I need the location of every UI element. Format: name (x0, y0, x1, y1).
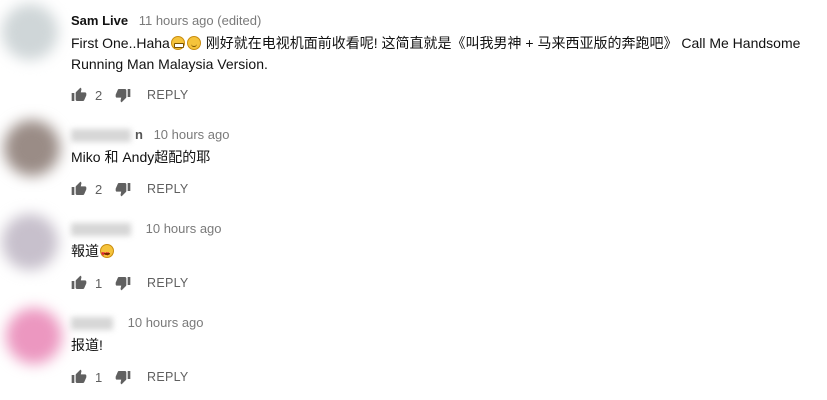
reply-button[interactable]: REPLY (147, 276, 189, 290)
comment-timestamp[interactable]: 10 hours ago (154, 127, 230, 142)
slightly-smiling-face-emoji (186, 36, 201, 50)
heart-eyes-emoji (100, 244, 114, 265)
comment-text-part: 報道 (71, 243, 99, 259)
comment-text: Miko 和 Andy超配的耶 (71, 149, 211, 165)
comment-header: Sam Live 11 hours ago (edited) (71, 13, 261, 29)
comment-actions: 2 REPLY (71, 86, 189, 104)
reply-button[interactable]: REPLY (147, 370, 189, 384)
comment-item: n 10 hours ago Miko 和 Andy超配的耶 2 REPLY (0, 110, 827, 204)
comment-timestamp[interactable]: 10 hours ago (146, 221, 222, 236)
grimacing-face-emoji (170, 36, 185, 50)
thumbs-up-icon[interactable] (71, 181, 87, 197)
reply-button[interactable]: REPLY (147, 88, 189, 102)
comment-item: 10 hours ago 報道 1 REPLY (0, 204, 827, 298)
like-count: 1 (95, 369, 103, 385)
comment-text-part: First One..Haha (71, 35, 170, 51)
reply-button[interactable]: REPLY (147, 182, 189, 196)
comment-text: 報道 (71, 241, 811, 265)
comment-text: First One..Haha 刚好就在电视机面前收看呢! 这简直就是《叫我男神… (71, 33, 811, 75)
comment-actions: 1 REPLY (71, 274, 189, 292)
thumbs-down-icon[interactable] (115, 181, 131, 197)
thumbs-down-icon[interactable] (115, 275, 131, 291)
thumbs-up-icon[interactable] (71, 87, 87, 103)
author-name[interactable]: n (135, 127, 143, 142)
comment-header: 10 hours ago (71, 315, 204, 331)
comment-text: 报道! (71, 337, 103, 353)
like-count: 2 (95, 87, 103, 103)
redacted-author-name[interactable] (71, 317, 113, 331)
comment-header: n 10 hours ago (71, 127, 229, 143)
redacted-author-name[interactable] (71, 129, 131, 143)
avatar[interactable] (2, 4, 58, 60)
avatar[interactable] (6, 308, 62, 364)
comment-timestamp[interactable]: 11 hours ago (edited) (139, 13, 262, 28)
comment-timestamp[interactable]: 10 hours ago (128, 315, 204, 330)
comment-item: 10 hours ago 报道! 1 REPLY (0, 298, 827, 400)
thumbs-down-icon[interactable] (115, 369, 131, 385)
comment-header: 10 hours ago (71, 221, 222, 237)
like-count: 1 (95, 275, 103, 291)
thumbs-up-icon[interactable] (71, 275, 87, 291)
avatar[interactable] (2, 214, 58, 270)
redacted-author-name[interactable] (71, 223, 131, 237)
comment-item: Sam Live 11 hours ago (edited) First One… (0, 0, 827, 110)
comment-actions: 2 REPLY (71, 180, 189, 198)
comment-actions: 1 REPLY (71, 368, 189, 386)
like-count: 2 (95, 181, 103, 197)
author-name[interactable]: Sam Live (71, 13, 128, 28)
thumbs-down-icon[interactable] (115, 87, 131, 103)
thumbs-up-icon[interactable] (71, 369, 87, 385)
avatar[interactable] (4, 120, 60, 176)
